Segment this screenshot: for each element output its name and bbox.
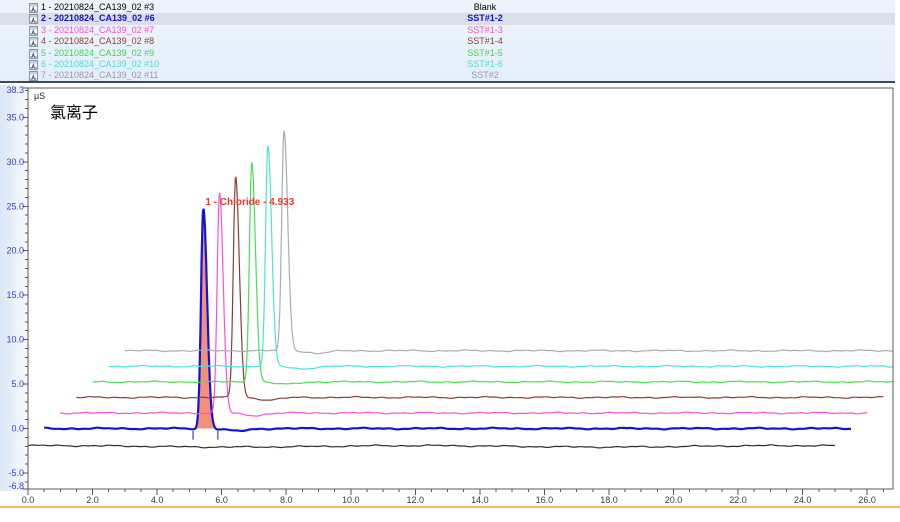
chromatogram-canvas[interactable]: -5.0 0.0 5.0 10.0 15.0 20.0 25.0 30.0 35.0 38.3 -6… xyxy=(0,85,900,517)
injection-list-panel: 1 - 20210824_CA139_02 #3 Blank 2 - 20210… xyxy=(0,0,895,83)
injection-name: 1 - 20210824_CA139_02 #3 xyxy=(41,2,154,13)
svg-text:38.3: 38.3 xyxy=(6,85,24,95)
svg-text:6.0: 6.0 xyxy=(215,495,228,505)
svg-text:20.0: 20.0 xyxy=(665,495,683,505)
x-axis-labels: 0.0 2.0 4.0 6.0 8.0 10.0 12.0 14.0 16.0 18.0 20.0 2… xyxy=(22,495,876,505)
y-unit-label: µS xyxy=(34,91,45,101)
svg-text:12.0: 12.0 xyxy=(407,495,425,505)
chromatogram-plot[interactable]: -5.0 0.0 5.0 10.0 15.0 20.0 25.0 30.0 35.0 38.3 -6… xyxy=(0,85,900,517)
svg-text:14.0: 14.0 xyxy=(471,495,489,505)
svg-text:22.0: 22.0 xyxy=(729,495,747,505)
injection-name: 7 - 20210824_CA139_02 #11 xyxy=(41,70,158,81)
sample-type: Blank xyxy=(420,2,550,13)
sample-type: SST#1-3 xyxy=(420,25,550,36)
legend-row-6[interactable]: 6 - 20210824_CA139_02 #10 SST#1-6 xyxy=(0,59,895,70)
svg-text:10.0: 10.0 xyxy=(342,495,360,505)
svg-text:25.0: 25.0 xyxy=(6,201,24,211)
sample-type: SST#1-5 xyxy=(420,48,550,59)
chromatogram-icon xyxy=(29,14,38,24)
svg-text:-5.0: -5.0 xyxy=(8,468,24,478)
legend-row-4[interactable]: 4 - 20210824_CA139_02 #8 SST#1-4 xyxy=(0,36,895,47)
svg-text:26.0: 26.0 xyxy=(858,495,876,505)
sample-type: SST#1-6 xyxy=(420,59,550,70)
peak-label: 1 - Chloride - 4.933 xyxy=(205,197,294,208)
injection-name: 6 - 20210824_CA139_02 #10 xyxy=(41,59,159,70)
svg-text:24.0: 24.0 xyxy=(794,495,812,505)
injection-name: 2 - 20210824_CA139_02 #6 xyxy=(41,13,155,24)
svg-text:20.0: 20.0 xyxy=(6,246,24,256)
svg-text:4.0: 4.0 xyxy=(151,495,164,505)
svg-text:2.0: 2.0 xyxy=(86,495,99,505)
chromatogram-icon xyxy=(29,60,38,70)
legend-row-7[interactable]: 7 - 20210824_CA139_02 #11 SST#2 xyxy=(0,70,895,81)
svg-text:0.0: 0.0 xyxy=(22,495,35,505)
chromatogram-icon xyxy=(29,26,38,36)
injection-list: 1 - 20210824_CA139_02 #3 Blank 2 - 20210… xyxy=(0,0,895,82)
sample-type: SST#1-4 xyxy=(420,36,550,47)
injection-name: 5 - 20210824_CA139_02 #9 xyxy=(41,48,154,59)
svg-text:8.0: 8.0 xyxy=(280,495,293,505)
svg-text:30.0: 30.0 xyxy=(6,157,24,167)
injection-name: 3 - 20210824_CA139_02 #7 xyxy=(41,25,154,36)
chromatogram-icon xyxy=(29,37,38,47)
injection-name: 4 - 20210824_CA139_02 #8 xyxy=(41,36,154,47)
legend-row-5[interactable]: 5 - 20210824_CA139_02 #9 SST#1-5 xyxy=(0,48,895,59)
chromatogram-icon xyxy=(29,71,38,81)
svg-text:15.0: 15.0 xyxy=(6,290,24,300)
svg-text:10.0: 10.0 xyxy=(6,335,24,345)
svg-text:0.0: 0.0 xyxy=(11,424,24,434)
svg-text:5.0: 5.0 xyxy=(11,379,24,389)
svg-text:18.0: 18.0 xyxy=(600,495,618,505)
svg-text:-6.8: -6.8 xyxy=(8,481,24,491)
sample-type: SST#1-2 xyxy=(420,13,550,24)
legend-row-3[interactable]: 3 - 20210824_CA139_02 #7 SST#1-3 xyxy=(0,25,895,36)
chromatogram-icon xyxy=(29,49,38,59)
svg-text:35.0: 35.0 xyxy=(6,112,24,122)
legend-row-1[interactable]: 1 - 20210824_CA139_02 #3 Blank xyxy=(0,2,895,13)
chromatogram-icon xyxy=(29,3,38,13)
svg-text:16.0: 16.0 xyxy=(536,495,554,505)
sample-type: SST#2 xyxy=(420,70,550,81)
legend-row-2[interactable]: 2 - 20210824_CA139_02 #6 SST#1-2 xyxy=(0,13,895,24)
chart-title: 氯离子 xyxy=(50,104,98,122)
